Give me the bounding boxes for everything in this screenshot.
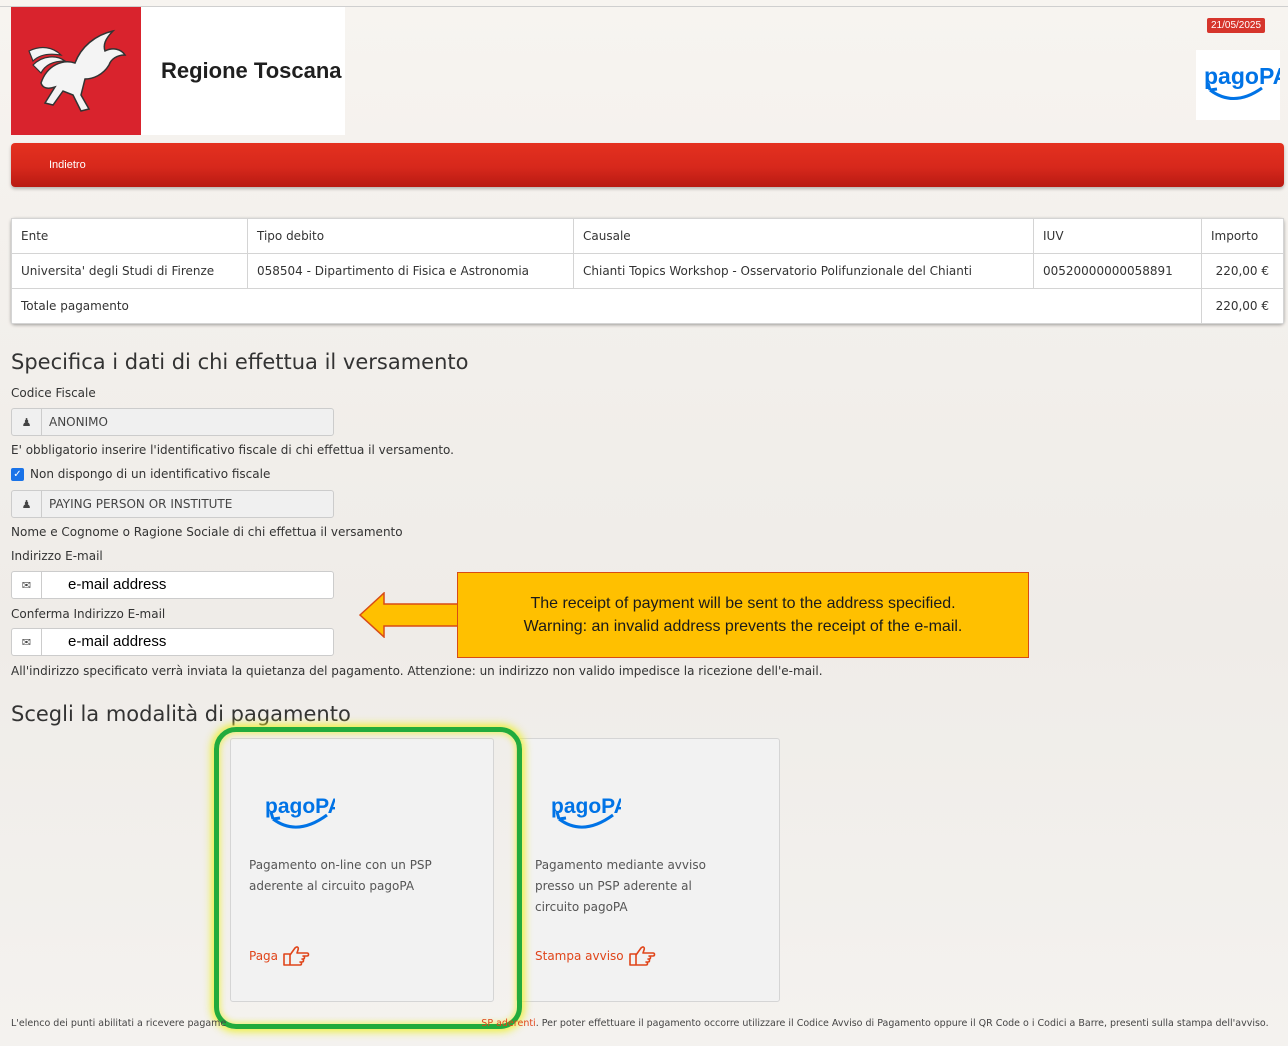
payment-section-title: Scegli la modalità di pagamento xyxy=(11,702,351,726)
svg-text:pagoPA: pagoPA xyxy=(551,795,621,818)
user-icon: ♟ xyxy=(12,409,42,435)
table-header: Causale xyxy=(573,218,1034,254)
envelope-icon: ✉ xyxy=(12,629,42,655)
back-link[interactable]: Indietro xyxy=(49,159,86,171)
card-description: Pagamento mediante avviso presso un PSP … xyxy=(535,858,706,914)
navbar: Indietro xyxy=(11,143,1284,187)
regione-logo[interactable] xyxy=(11,7,141,135)
svg-text:pagoPA: pagoPA xyxy=(1204,63,1280,89)
email-callout: The receipt of payment will be sent to t… xyxy=(457,572,1029,658)
pointing-hand-icon xyxy=(628,946,655,966)
total-value: 220,00 € xyxy=(1201,288,1284,324)
email-input[interactable]: ✉ e-mail address xyxy=(11,571,334,599)
confirm-email-value: e-mail address xyxy=(68,633,167,650)
email-label: Indirizzo E-mail xyxy=(11,549,103,563)
psp-list-link[interactable]: SP aderenti xyxy=(481,1018,535,1029)
codice-fiscale-help: E' obbligatorio inserire l'identificativ… xyxy=(11,443,454,457)
callout-line: Warning: an invalid address prevents the… xyxy=(523,618,963,635)
table-row: Universita' degli Studi di Firenze 05850… xyxy=(11,253,1284,289)
footer-text: . Per poter effettuare il pagamento occo… xyxy=(535,1018,1269,1029)
cell-iuv: 00520000000058891 xyxy=(1033,253,1202,289)
cell-importo: 220,00 € xyxy=(1201,253,1284,289)
payer-name-field[interactable]: ♟ PAYING PERSON OR INSTITUTE xyxy=(11,490,334,518)
callout-line: The receipt of payment will be sent to t… xyxy=(530,595,956,612)
table-header: Importo xyxy=(1201,218,1284,254)
cell-causale: Chianti Topics Workshop - Osservatorio P… xyxy=(573,253,1034,289)
no-cf-label: Non dispongo di un identificativo fiscal… xyxy=(30,467,271,481)
payer-name-value: PAYING PERSON OR INSTITUTE xyxy=(49,497,233,511)
print-notice-label: Stampa avviso xyxy=(535,949,624,963)
envelope-icon: ✉ xyxy=(12,572,42,598)
payer-section-title: Specifica i dati di chi effettua il vers… xyxy=(11,350,469,374)
user-icon: ♟ xyxy=(12,491,42,517)
pagopa-logo: pagoPA xyxy=(551,795,621,829)
codice-fiscale-value: ANONIMO xyxy=(49,415,108,429)
notice-payment-card[interactable]: pagoPA Pagamento mediante avviso presso … xyxy=(516,738,780,1002)
cell-tipo-debito: 058504 - Dipartimento di Fisica e Astron… xyxy=(247,253,574,289)
email-value: e-mail address xyxy=(68,576,167,593)
confirm-email-input[interactable]: ✉ e-mail address xyxy=(11,628,334,656)
print-notice-button[interactable]: Stampa avviso xyxy=(535,945,656,967)
date-badge: 21/05/2025 xyxy=(1207,18,1266,33)
confirm-email-label: Conferma Indirizzo E-mail xyxy=(11,607,166,621)
table-header: Tipo debito xyxy=(247,218,574,254)
pegasus-icon xyxy=(28,29,127,112)
table-header: Ente xyxy=(11,218,248,254)
payer-name-help: Nome e Cognome o Ragione Sociale di chi … xyxy=(11,525,403,539)
table-header-row: Ente Tipo debito Causale IUV Importo xyxy=(11,218,1284,254)
codice-fiscale-field[interactable]: ♟ ANONIMO xyxy=(11,408,334,436)
footer-text: L'elenco dei punti abilitati a ricevere … xyxy=(11,1018,227,1029)
table-header: IUV xyxy=(1033,218,1202,254)
no-cf-checkbox[interactable]: ✓ xyxy=(11,468,24,481)
highlight-box xyxy=(214,727,522,1029)
brand-title: Regione Toscana xyxy=(161,58,342,83)
email-help: All'indirizzo specificato verrà inviata … xyxy=(11,664,823,678)
footer-note: L'elenco dei punti abilitati a ricevere … xyxy=(11,1016,1271,1031)
total-label: Totale pagamento xyxy=(11,288,1202,324)
table-total-row: Totale pagamento 220,00 € xyxy=(11,288,1284,324)
pagopa-logo: pagoPA xyxy=(1196,50,1288,120)
cell-ente: Universita' degli Studi di Firenze xyxy=(11,253,248,289)
payment-summary-table: Ente Tipo debito Causale IUV Importo Uni… xyxy=(11,218,1284,324)
callout-arrow-icon xyxy=(359,592,459,638)
codice-fiscale-label: Codice Fiscale xyxy=(11,386,96,400)
